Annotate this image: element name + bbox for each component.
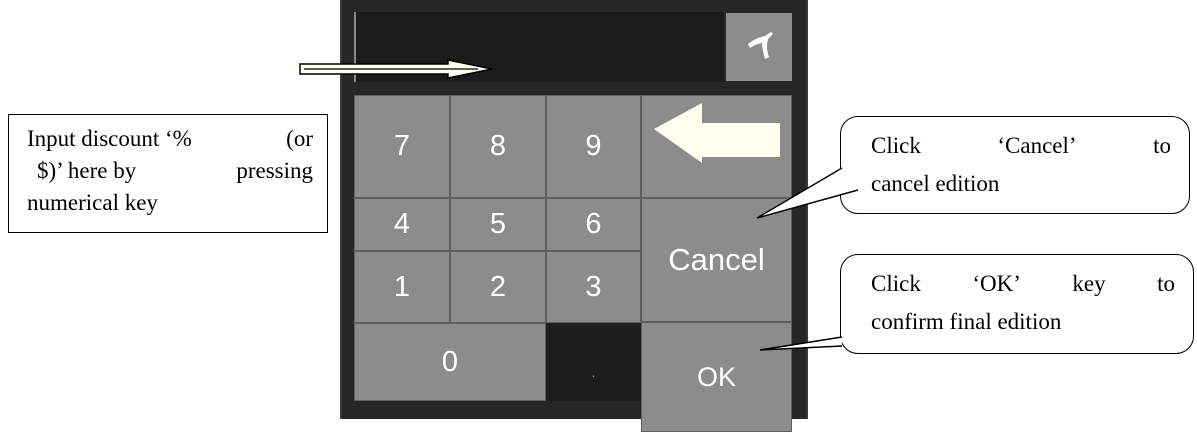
ok-callout-word: ‘OK’ [972,271,1021,296]
ok-callout: Click ‘OK’ key to confirm final edition [840,254,1194,354]
key-3[interactable]: 3 [546,251,641,323]
close-button[interactable] [726,13,792,81]
discount-input-field[interactable] [354,12,724,82]
decimal-point-label: . [591,364,596,380]
cancel-callout-word: Click [871,133,921,158]
key-4[interactable]: 4 [354,198,450,251]
input-note-line-3: numerical key [27,190,158,215]
cancel-callout: Click ‘Cancel’ to cancel edition [840,116,1190,214]
ok-callout-line-1: Click ‘OK’ key to [871,265,1175,303]
input-note-text: $)’ here by [37,158,137,183]
ok-callout-word: key [1072,271,1106,296]
input-note-line-1: Input discount ‘% (or [27,123,313,155]
key-9[interactable]: 9 [546,95,641,198]
backspace-button[interactable] [641,95,792,198]
input-instruction-box: Input discount ‘% (or $)’ here by pressi… [8,114,328,233]
key-7[interactable]: 7 [354,95,450,198]
input-note-text: (or [286,126,313,151]
input-note-text: Input discount ‘% [27,126,192,151]
ok-button[interactable]: OK [641,322,792,432]
cancel-callout-line-1: Click ‘Cancel’ to [871,127,1171,165]
key-8[interactable]: 8 [450,95,546,198]
key-5[interactable]: 5 [450,198,546,251]
cancel-callout-line-2: cancel edition [871,171,1000,196]
key-decimal-point[interactable]: . [546,323,641,401]
key-6[interactable]: 6 [546,198,641,251]
ok-callout-word: to [1157,271,1175,296]
key-2[interactable]: 2 [450,251,546,323]
cancel-button[interactable]: Cancel [641,198,792,322]
input-note-line-2: $)’ here by pressing [27,155,313,187]
cancel-callout-word: ‘Cancel’ [997,133,1077,158]
close-icon [748,32,773,59]
keypad-grid: 7 8 9 4 5 6 1 2 3 Cancel OK 0 . [354,95,792,432]
backspace-arrow-icon [654,103,780,163]
ok-callout-line-2: confirm final edition [871,309,1062,334]
input-note-text: pressing [236,158,313,183]
cancel-callout-word: to [1153,133,1171,158]
ok-callout-word: Click [871,271,921,296]
key-1[interactable]: 1 [354,251,450,323]
key-0[interactable]: 0 [354,323,546,401]
